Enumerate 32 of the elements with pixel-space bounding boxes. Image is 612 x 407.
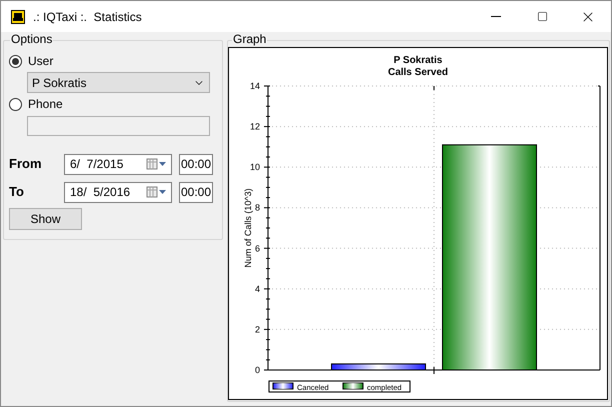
phone-field[interactable]	[27, 116, 210, 136]
calendar-dropdown-icon	[146, 158, 168, 170]
minimize-icon	[491, 16, 501, 17]
radio-label: Phone	[28, 96, 63, 113]
show-button[interactable]: Show	[9, 208, 82, 230]
user-dropdown[interactable]: P Sokratis	[27, 72, 210, 93]
date-picker[interactable]: 6/ 7/2015	[64, 154, 172, 174]
radio-label: User	[28, 53, 54, 70]
group-title: Options	[10, 32, 54, 46]
y-tick-label: 8	[254, 202, 260, 213]
radio-button[interactable]	[9, 54, 22, 68]
y-axis-title: Num of Calls (10^3)	[243, 188, 253, 268]
y-tick-label: 10	[250, 162, 260, 172]
chart-title: P Sokratis	[394, 55, 442, 66]
y-tick-label: 12	[250, 122, 260, 132]
y-tick-label: 6	[254, 243, 260, 254]
date-label: To	[9, 183, 25, 202]
y-tick-label: 2	[254, 324, 260, 334]
y-tick-label: 0	[254, 365, 260, 375]
window-title: .: IQTaxi :. Statistics	[33, 8, 142, 26]
group-title: Graph	[232, 32, 268, 46]
time-field[interactable]: 00:00	[179, 182, 213, 202]
y-tick-label: 14	[250, 81, 260, 91]
y-tick-label: 4	[254, 284, 260, 294]
date-picker[interactable]: 18/ 5/2016	[64, 182, 172, 202]
time-field[interactable]: 00:00	[179, 154, 213, 174]
maximize-icon	[536, 11, 548, 22]
calendar-dropdown-icon	[146, 186, 168, 198]
taxi-app-icon	[11, 10, 25, 24]
radio-button[interactable]	[9, 98, 22, 110]
date-label: From	[9, 155, 42, 174]
chart-title: Calls Served	[388, 67, 448, 78]
